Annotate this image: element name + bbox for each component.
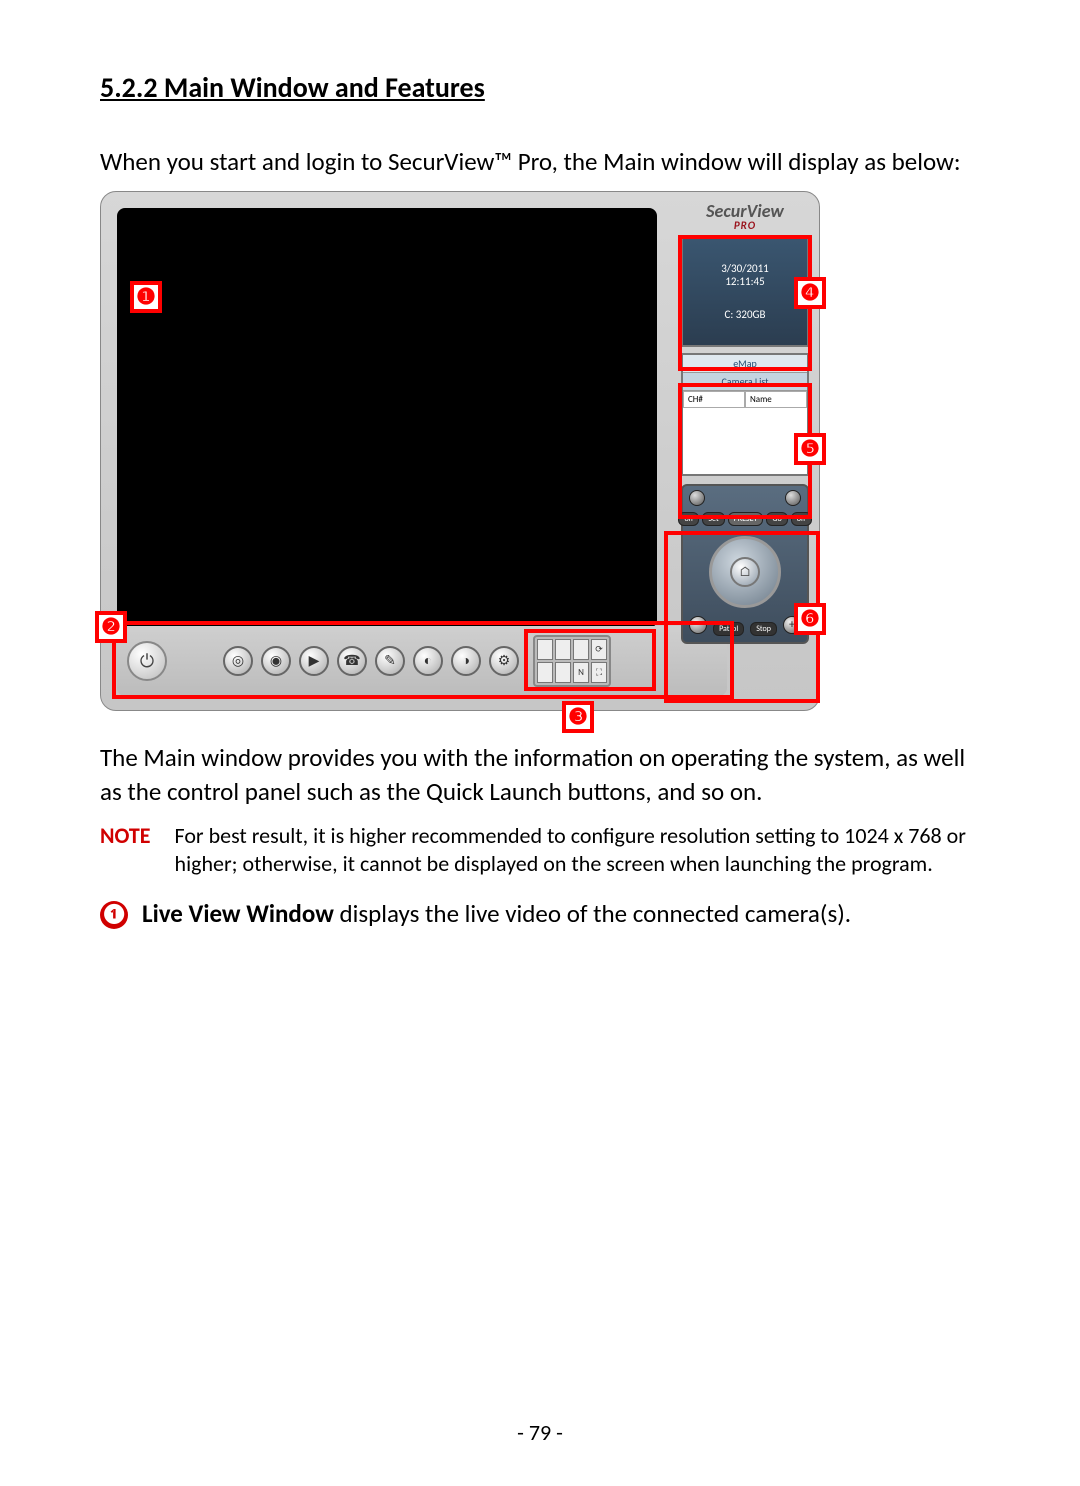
col-ch: CH# [683, 391, 745, 408]
camera-list-body[interactable] [683, 408, 807, 474]
layout-cell[interactable]: ⛶ [591, 662, 607, 683]
preset-go[interactable]: Go [766, 512, 787, 526]
zoom-out-button[interactable]: − [689, 616, 707, 634]
ptz-top-right-button[interactable] [785, 490, 801, 506]
system-info-box: 3/30/2011 12:11:45 C: 320GB [681, 237, 809, 347]
camera-list-panel: eMap Camera List CH# Name [681, 353, 809, 476]
preset-label: PRESET [728, 512, 764, 526]
quick-launch-toolbar: ⏻ ◎ ◉ ▶ ☎ ✎ ◐ ◑ ⚙ ⟳ N ⛶ [117, 626, 727, 696]
callout-badge-4: ❹ [794, 277, 826, 309]
layout-cell[interactable] [537, 662, 553, 683]
ptz-patrol[interactable]: Patrol [713, 622, 744, 636]
layout-cell[interactable] [555, 662, 571, 683]
settings-button[interactable]: ⚙ [489, 646, 519, 676]
note-block: NOTE For best result, it is higher recom… [100, 822, 980, 878]
brand-logo: SecurView PRO [681, 202, 809, 231]
callout-item-1: ❶ Live View Window displays the live vid… [100, 897, 980, 931]
callout-badge-2: ❷ [95, 611, 127, 643]
tab-camera-list[interactable]: Camera List [683, 373, 807, 391]
col-name: Name [745, 391, 807, 408]
callout-bold: Live View Window [142, 898, 334, 929]
toolbar-button-6[interactable]: ◐ [413, 646, 443, 676]
layout-cell[interactable] [537, 639, 553, 660]
layout-cell[interactable]: ⟳ [591, 639, 607, 660]
preset-off-left[interactable]: off [678, 512, 699, 526]
info-date: 3/30/2011 [721, 262, 769, 275]
brand-sub: PRO [681, 220, 809, 231]
body-paragraph: The Main window provides you with the in… [100, 741, 980, 809]
ptz-panel: off Set PRESET Go off ⌂ Patrol Stop − + [681, 484, 809, 644]
intro-paragraph: When you start and login to SecurView™ P… [100, 145, 980, 179]
play-button[interactable]: ▶ [299, 646, 329, 676]
toolbar-button-2[interactable]: ◉ [261, 646, 291, 676]
callout-num-icon: ❶ [100, 901, 128, 929]
toolbar-button-7[interactable]: ◑ [451, 646, 481, 676]
ptz-stop[interactable]: Stop [750, 622, 777, 636]
callout-badge-6: ❻ [794, 603, 826, 635]
toolbar-button-4[interactable]: ☎ [337, 646, 367, 676]
gear-icon: ⚙ [498, 652, 511, 669]
toolbar-button-5[interactable]: ✎ [375, 646, 405, 676]
note-text: For best result, it is higher recommende… [175, 822, 980, 878]
callout-badge-3: ❸ [562, 701, 594, 733]
ptz-home-button[interactable]: ⌂ [730, 557, 760, 587]
callout-badge-5: ❺ [794, 433, 826, 465]
layout-cell[interactable]: N [573, 662, 589, 683]
home-icon: ⌂ [739, 563, 751, 580]
layout-cell[interactable] [573, 639, 589, 660]
power-button[interactable]: ⏻ [127, 641, 167, 681]
power-icon: ⏻ [140, 650, 154, 672]
note-label: NOTE [100, 822, 151, 878]
main-window-figure: ⏻ ◎ ◉ ▶ ☎ ✎ ◐ ◑ ⚙ ⟳ N ⛶ SecurVi [100, 191, 820, 711]
layout-cell[interactable] [555, 639, 571, 660]
layout-selector[interactable]: ⟳ N ⛶ [533, 635, 611, 687]
toolbar-button-1[interactable]: ◎ [223, 646, 253, 676]
section-heading: 5.2.2 Main Window and Features [100, 70, 980, 105]
preset-set[interactable]: Set [702, 512, 724, 526]
tab-emap[interactable]: eMap [683, 355, 807, 373]
page-number: - 79 - [0, 1419, 1080, 1446]
preset-off-right[interactable]: off [791, 512, 812, 526]
info-time: 12:11:45 [721, 275, 769, 288]
live-view-window[interactable] [117, 208, 657, 628]
ptz-top-left-button[interactable] [689, 490, 705, 506]
info-storage: C: 320GB [725, 308, 766, 321]
app-frame: ⏻ ◎ ◉ ▶ ☎ ✎ ◐ ◑ ⚙ ⟳ N ⛶ SecurVi [100, 191, 820, 711]
callout-badge-1: ❶ [130, 281, 162, 313]
ptz-wheel[interactable]: ⌂ [709, 536, 781, 608]
side-panel: SecurView PRO 3/30/2011 12:11:45 C: 320G… [681, 202, 809, 702]
callout-rest: displays the live video of the connected… [334, 898, 851, 929]
